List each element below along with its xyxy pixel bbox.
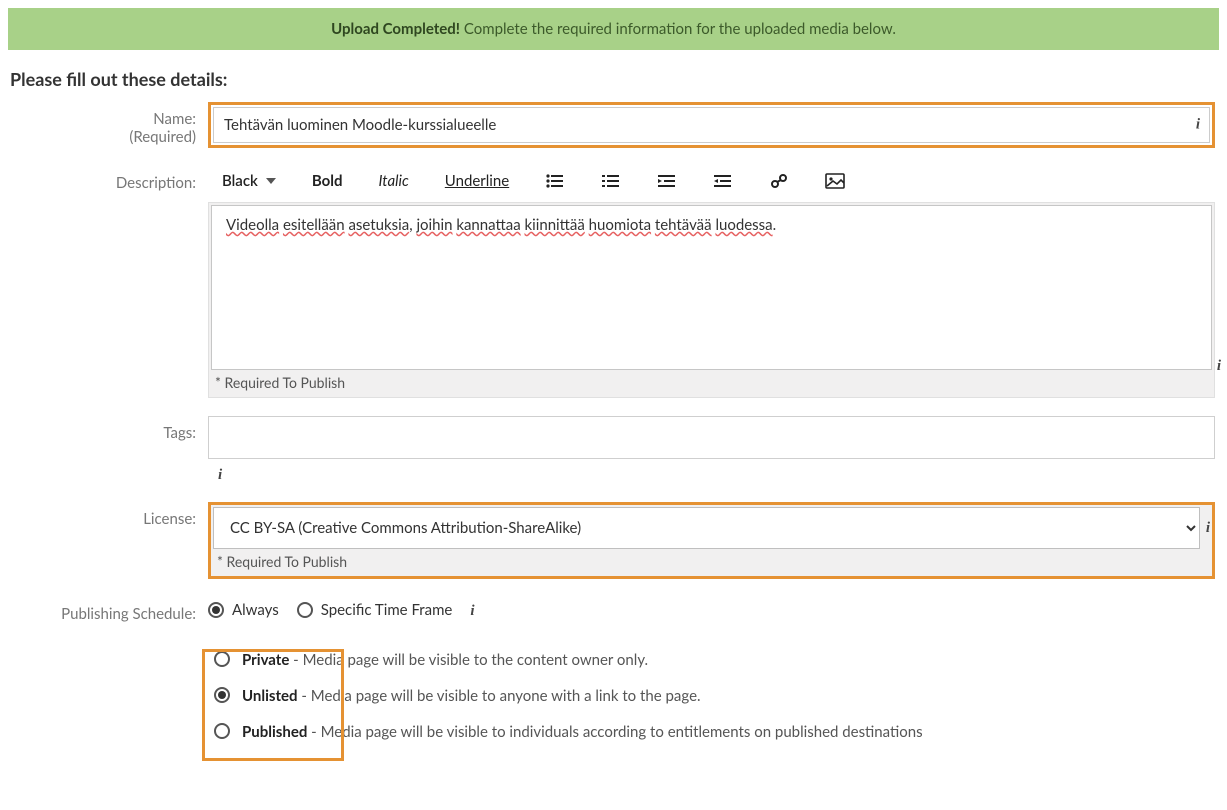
radio-specific[interactable]: Specific Time Frame: [297, 601, 453, 619]
radio-icon[interactable]: [297, 602, 313, 618]
radio-icon[interactable]: [208, 602, 224, 618]
radio-always-label: Always: [232, 601, 279, 619]
editor-word: huomiota: [589, 216, 651, 234]
visibility-option-unlisted[interactable]: Unlisted - Media page will be visible to…: [214, 687, 1215, 705]
banner-strong: Upload Completed!: [331, 20, 460, 38]
label-name-required: (Required): [129, 128, 196, 146]
visibility-label: Unlisted: [242, 687, 298, 705]
image-icon[interactable]: [825, 173, 845, 189]
row-license: License: CC BY-SA (Creative Commons Attr…: [8, 502, 1219, 579]
outdent-icon[interactable]: [657, 173, 677, 189]
visibility-option-published[interactable]: Published - Media page will be visible t…: [214, 723, 1215, 741]
required-note-license: * Required To Publish: [213, 549, 1210, 574]
row-tags: Tags: i: [8, 416, 1219, 484]
chevron-down-icon: [266, 178, 276, 184]
editor-word: kannattaa: [456, 216, 520, 234]
label-publishing: Publishing Schedule:: [8, 597, 208, 623]
editor-word: esitellään: [283, 216, 345, 234]
label-license: License:: [8, 502, 208, 528]
font-color-dropdown[interactable]: Black: [222, 172, 276, 190]
radio-always[interactable]: Always: [208, 601, 279, 619]
info-icon[interactable]: i: [1196, 117, 1200, 134]
editor-word: kiinnittää: [525, 216, 585, 234]
section-heading: Please fill out these details:: [10, 68, 1219, 90]
visibility-option-private[interactable]: Private - Media page will be visible to …: [214, 651, 1215, 669]
editor-word: joihin: [416, 216, 452, 234]
visibility-text: Private - Media page will be visible to …: [242, 651, 648, 669]
radio-icon[interactable]: [214, 723, 230, 739]
visibility-label: Published: [242, 723, 307, 741]
visibility-text: Unlisted - Media page will be visible to…: [242, 687, 701, 705]
info-icon[interactable]: i: [470, 603, 474, 620]
radio-specific-label: Specific Time Frame: [321, 601, 453, 619]
label-description: Description:: [8, 166, 208, 192]
upload-banner: Upload Completed! Complete the required …: [8, 8, 1219, 50]
tags-input[interactable]: [208, 416, 1215, 459]
description-highlight: Videolla esitellään asetuksia, joihin ka…: [208, 202, 1215, 398]
editor-word: luodessa: [715, 216, 772, 234]
font-color-label: Black: [222, 172, 258, 190]
label-name-text: Name:: [153, 110, 196, 128]
editor-word: tehtävää: [655, 216, 712, 234]
radio-icon[interactable]: [214, 687, 230, 703]
indent-icon[interactable]: [713, 173, 733, 189]
row-description: Description: Black Bold Italic Underline: [8, 166, 1219, 398]
editor-toolbar: Black Bold Italic Underline: [208, 166, 1215, 202]
info-icon[interactable]: i: [1206, 520, 1210, 537]
numbered-list-icon[interactable]: [601, 173, 621, 189]
license-select[interactable]: CC BY-SA (Creative Commons Attribution-S…: [213, 507, 1200, 549]
name-highlight: i: [208, 102, 1215, 148]
name-input[interactable]: [213, 107, 1210, 143]
visibility-label: Private: [242, 651, 289, 669]
info-icon[interactable]: i: [218, 467, 222, 483]
bullet-list-icon[interactable]: [545, 173, 565, 189]
bold-button[interactable]: Bold: [312, 172, 343, 190]
label-tags: Tags:: [8, 416, 208, 442]
radio-icon[interactable]: [214, 651, 230, 667]
publishing-radio-group: Always Specific Time Frame i: [208, 597, 1215, 625]
row-name: Name: (Required) i: [8, 102, 1219, 148]
label-name: Name: (Required): [8, 102, 208, 146]
visibility-text: Published - Media page will be visible t…: [242, 723, 923, 741]
banner-text: Complete the required information for th…: [460, 20, 896, 38]
underline-button[interactable]: Underline: [445, 172, 509, 190]
required-note-description: * Required To Publish: [211, 370, 1212, 395]
italic-button[interactable]: Italic: [379, 172, 409, 190]
description-editor[interactable]: Videolla esitellään asetuksia, joihin ka…: [211, 205, 1212, 370]
editor-word: Videolla: [226, 216, 279, 234]
row-publishing: Publishing Schedule: Always Specific Tim…: [8, 597, 1219, 759]
editor-word: asetuksia: [348, 216, 409, 234]
license-highlight: CC BY-SA (Creative Commons Attribution-S…: [208, 502, 1215, 579]
info-icon[interactable]: i: [1217, 358, 1221, 374]
visibility-group: Private - Media page will be visible to …: [208, 651, 1215, 741]
link-icon[interactable]: [769, 173, 789, 189]
